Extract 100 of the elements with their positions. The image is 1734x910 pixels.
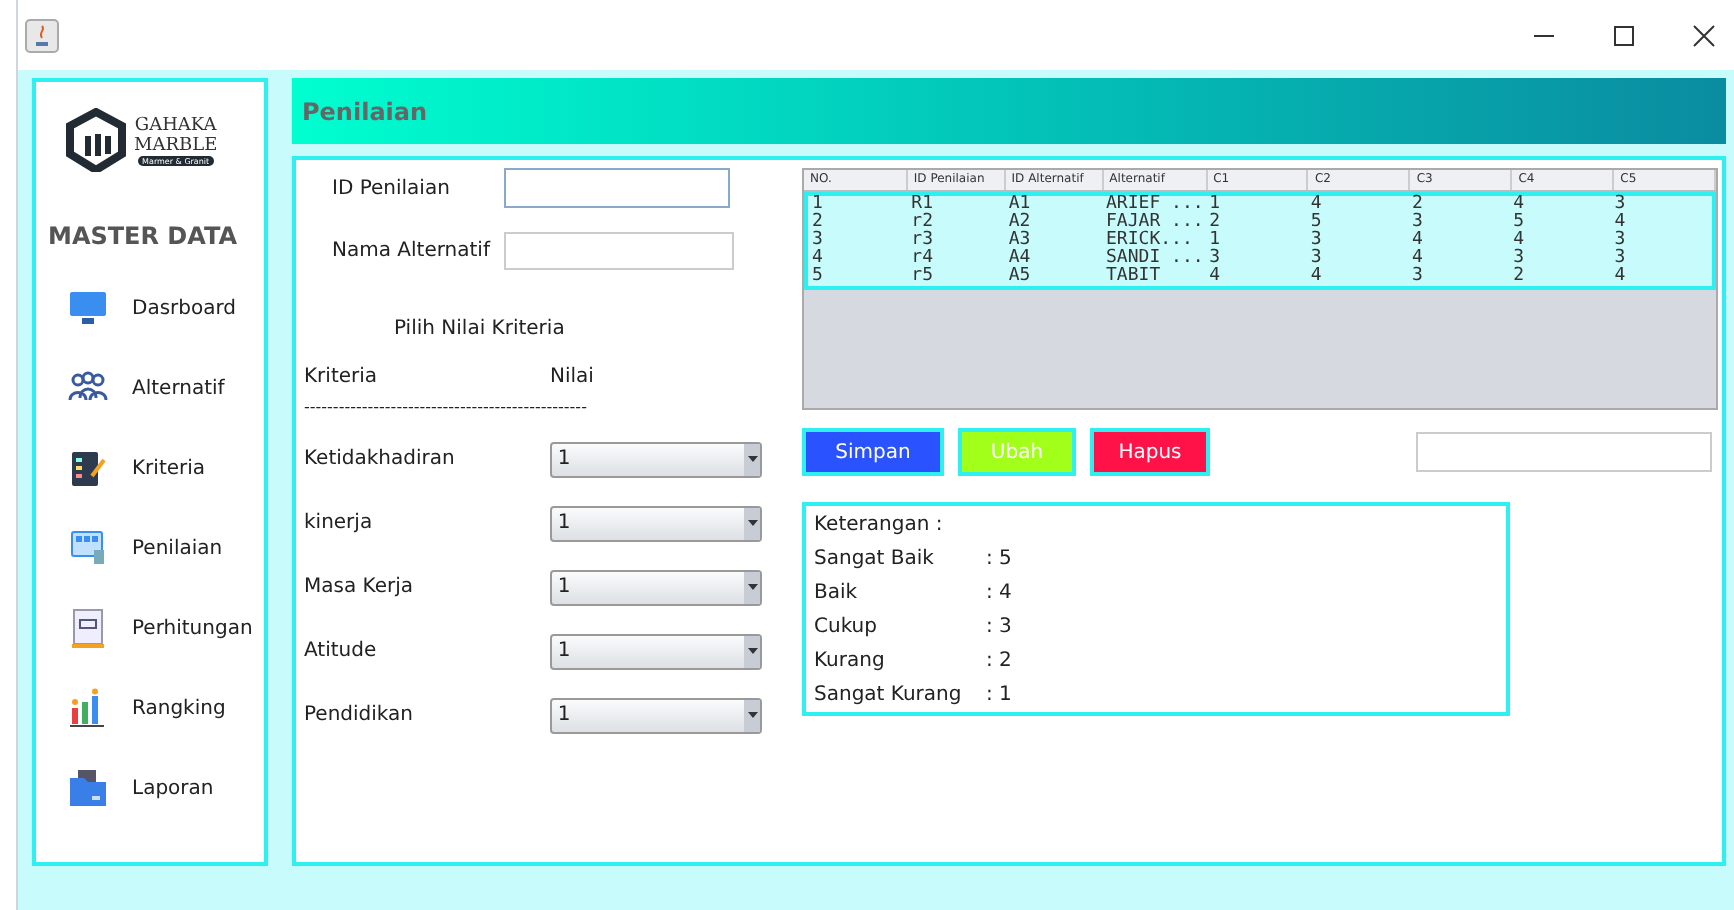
sidebar-item[interactable]: Penilaian	[68, 528, 264, 568]
id-input-field[interactable]	[504, 168, 730, 208]
field-label: Nama Alternatif	[330, 238, 493, 266]
value-dropdown[interactable]: 1	[549, 569, 762, 605]
table-cell-text: 3	[1409, 214, 1425, 232]
table-cell-text: 5	[1308, 214, 1324, 232]
table-cell-text: 4	[1511, 232, 1527, 250]
folder-icon	[68, 768, 108, 808]
legend-value: : 5	[986, 546, 1012, 572]
name-input-field[interactable]	[504, 232, 734, 270]
table-cell-text: 4	[810, 250, 825, 268]
table-cell-text: A4	[1006, 250, 1033, 268]
dropdown-arrow-icon	[747, 712, 757, 718]
criteria-label: Atitude	[302, 638, 379, 666]
logo-icon	[64, 108, 128, 172]
legend-term: Sangat Baik	[814, 546, 936, 572]
table-cell-text: 3	[1612, 250, 1628, 268]
sidebar-item[interactable]: Rangking	[68, 688, 264, 728]
action-button[interactable]: Simpan	[802, 428, 944, 476]
table-cell-text: 1	[810, 196, 825, 214]
table-cell-text: R1	[909, 196, 936, 214]
legend-value: : 1	[986, 682, 1012, 708]
table-cell-text: 2	[810, 214, 825, 232]
criteria-label: Masa Kerja	[302, 574, 416, 602]
sidebar-heading: MASTER DATA	[48, 220, 240, 254]
field-label: ID Penilaian	[330, 175, 452, 203]
table-cell-text: 2	[1207, 214, 1223, 232]
table-cell-text: 3	[810, 232, 825, 250]
table-cell-text: ERICK...	[1104, 232, 1195, 250]
table-cell-text: 4	[1612, 268, 1628, 286]
table-cell-text: 3	[1308, 232, 1324, 250]
table-cell-text: 4	[1409, 250, 1425, 268]
legend-value: : 3	[986, 614, 1012, 640]
table-cell-text: 3	[1308, 250, 1324, 268]
table-cell-text: 4	[1409, 232, 1425, 250]
value-dropdown[interactable]: 1	[549, 633, 762, 669]
table-cell-text: r4	[909, 250, 936, 268]
dashed-divider: -------------------------------------------------	[302, 398, 589, 418]
table-cell-text: A5	[1006, 268, 1033, 286]
value-dropdown[interactable]: 1	[549, 505, 762, 541]
table-cell-text: SANDI ...	[1104, 250, 1206, 268]
table-cell-text: FAJAR ...	[1104, 214, 1206, 232]
sidebar-item[interactable]: Perhitungan	[68, 608, 264, 648]
table-cell-text: 3	[1612, 232, 1628, 250]
table-cell-text: r2	[909, 214, 936, 232]
table-cell-text: 3	[1511, 250, 1527, 268]
table-cell-text: A2	[1006, 214, 1033, 232]
table-cell-text: 4	[1511, 196, 1527, 214]
logo-text: GAHAKA	[134, 115, 217, 135]
legend-value: : 4	[986, 580, 1012, 606]
sidebar-item[interactable]: Kriteria	[68, 448, 264, 488]
legend-term: Kurang	[814, 648, 887, 674]
legend-term: Baik	[814, 580, 860, 606]
value-dropdown[interactable]: 1	[549, 441, 762, 477]
search-field[interactable]	[1416, 432, 1712, 472]
table-cell-text: A3	[1006, 232, 1033, 250]
section-title: Pilih Nilai Kriteria	[392, 316, 567, 344]
header-title: Penilaian	[302, 95, 428, 129]
table-cell-text: 4	[1612, 214, 1628, 232]
table-cell-text: TABIT	[1104, 268, 1163, 286]
table-cell-text: r5	[909, 268, 936, 286]
table-cell-text: 3	[1409, 268, 1425, 286]
table-cell-text: ARIEF ...	[1104, 196, 1206, 214]
criteria-label: Ketidakhadiran	[302, 446, 457, 474]
sidebar-item[interactable]: Alternatif	[68, 368, 264, 408]
legend-value: : 2	[986, 648, 1012, 674]
close-icon	[1692, 23, 1716, 47]
table-cell-text: 5	[1511, 214, 1527, 232]
action-button[interactable]: Hapus	[1090, 428, 1210, 476]
value-dropdown[interactable]: 1	[549, 697, 762, 733]
legend-term: Sangat Kurang	[814, 682, 964, 708]
table-cell-text: 4	[1308, 196, 1324, 214]
table-cell-text: 5	[810, 268, 825, 286]
sidebar-item[interactable]: Laporan	[68, 768, 264, 808]
table-cell-text: 3	[1612, 196, 1628, 214]
table-cell-text: 4	[1207, 268, 1223, 286]
dropdown-arrow-icon	[747, 456, 757, 462]
table-cell-text: 3	[1207, 250, 1223, 268]
legend-term: Cukup	[814, 614, 879, 640]
table-cell-text: 2	[1511, 268, 1527, 286]
sidebar-item[interactable]: Dasrboard	[68, 288, 264, 328]
table-cell-text: 4	[1308, 268, 1324, 286]
dropdown-arrow-icon	[747, 648, 757, 654]
dropdown-arrow-icon	[747, 584, 757, 590]
computer-icon	[68, 528, 108, 568]
clipboard-icon	[68, 448, 108, 488]
dropdown-arrow-icon	[747, 520, 757, 526]
table-cell-text: 1	[1207, 232, 1223, 250]
table-cell-text: A1	[1006, 196, 1033, 214]
criteria-label: kinerja	[302, 510, 375, 538]
app-icon	[24, 17, 60, 53]
column-label: Nilai	[550, 364, 594, 392]
document-icon	[68, 608, 108, 648]
table-cell-text: 2	[1409, 196, 1425, 214]
legend-title: Keterangan :	[814, 512, 945, 538]
column-label: Kriteria	[302, 364, 380, 392]
table-cell-text: 1	[1207, 196, 1223, 214]
maximize-icon	[1612, 23, 1636, 47]
logo-text: MARBLE	[134, 135, 218, 155]
criteria-label: Pendidikan	[302, 702, 415, 730]
